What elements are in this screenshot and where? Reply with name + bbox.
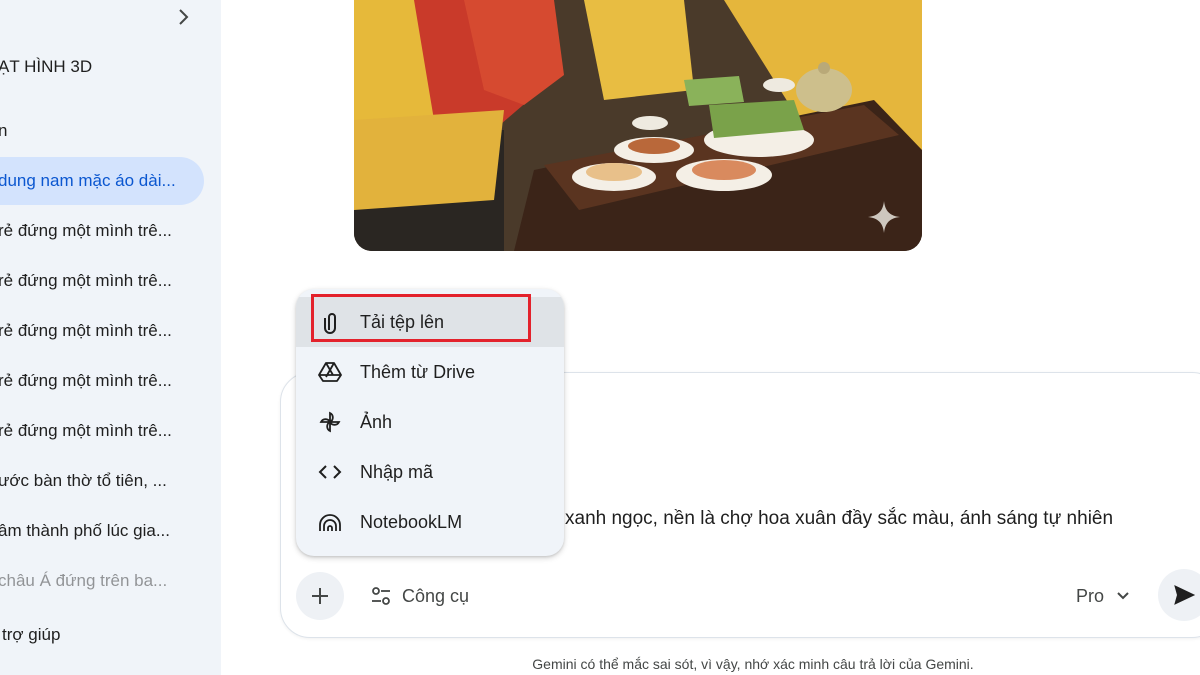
menu-item-label: NotebookLM: [360, 511, 463, 532]
sidebar-section-title: n: [0, 121, 8, 140]
upload-menu: Tải tệp lên Thêm từ Drive Ảnh Nhập mã No…: [296, 289, 564, 556]
chat-item[interactable]: rẻ đứng một mình trê...: [0, 307, 204, 355]
sidebar: ẠT HÌNH 3D n dung nam mặc áo dài... rẻ đ…: [0, 0, 221, 675]
tools-label: Công cụ: [402, 585, 470, 606]
chat-item[interactable]: rẻ đứng một mình trê...: [0, 407, 204, 455]
send-icon: [1174, 585, 1196, 605]
tools-icon: [372, 587, 390, 605]
pinwheel-icon: [318, 410, 342, 434]
chat-item[interactable]: rẻ đứng một mình trê...: [0, 257, 204, 305]
model-label: Pro: [1076, 585, 1105, 606]
menu-item-add-from-drive[interactable]: Thêm từ Drive: [296, 347, 564, 397]
model-selector[interactable]: Pro: [1066, 578, 1140, 614]
plus-icon: [312, 588, 328, 604]
gem-item[interactable]: ẠT HÌNH 3D: [0, 44, 92, 90]
tools-button[interactable]: Công cụ: [360, 574, 479, 618]
menu-item-photos[interactable]: Ảnh: [296, 397, 564, 447]
notebooklm-icon: [318, 510, 342, 534]
chevron-down-icon: [1117, 592, 1129, 600]
chat-item[interactable]: rẻ đứng một mình trê...: [0, 357, 204, 405]
chat-item-active[interactable]: dung nam mặc áo dài...: [0, 157, 204, 205]
sparkle-icon: [866, 199, 902, 235]
menu-item-label: Nhập mã: [360, 461, 434, 482]
menu-item-label: Thêm từ Drive: [360, 361, 476, 382]
chat-item[interactable]: ước bàn thờ tổ tiên, ...: [0, 457, 204, 505]
disclaimer-text: Gemini có thể mắc sai sót, vì vậy, nhớ x…: [532, 656, 974, 672]
menu-item-upload-file[interactable]: Tải tệp lên: [296, 297, 564, 347]
family-tet-photo: [354, 0, 922, 251]
code-icon: [318, 460, 342, 484]
chat-item[interactable]: âm thành phố lúc gia...: [0, 507, 204, 555]
paperclip-icon: [318, 310, 342, 334]
menu-item-label: Tải tệp lên: [360, 311, 445, 332]
prompt-input[interactable]: xanh ngọc, nền là chợ hoa xuân đầy sắc m…: [565, 508, 1113, 530]
add-attachment-button[interactable]: [296, 572, 344, 620]
menu-item-notebooklm[interactable]: NotebookLM: [296, 497, 564, 547]
chevron-right-icon[interactable]: [175, 6, 193, 28]
help-item[interactable]: trợ giúp: [2, 625, 60, 645]
chat-item[interactable]: rẻ đứng một mình trê...: [0, 207, 204, 255]
drive-icon: [318, 360, 342, 384]
chat-item[interactable]: châu Á đứng trên ba...: [0, 557, 204, 605]
menu-item-label: Ảnh: [360, 411, 393, 432]
menu-item-import-code[interactable]: Nhập mã: [296, 447, 564, 497]
generated-image[interactable]: [354, 0, 922, 251]
